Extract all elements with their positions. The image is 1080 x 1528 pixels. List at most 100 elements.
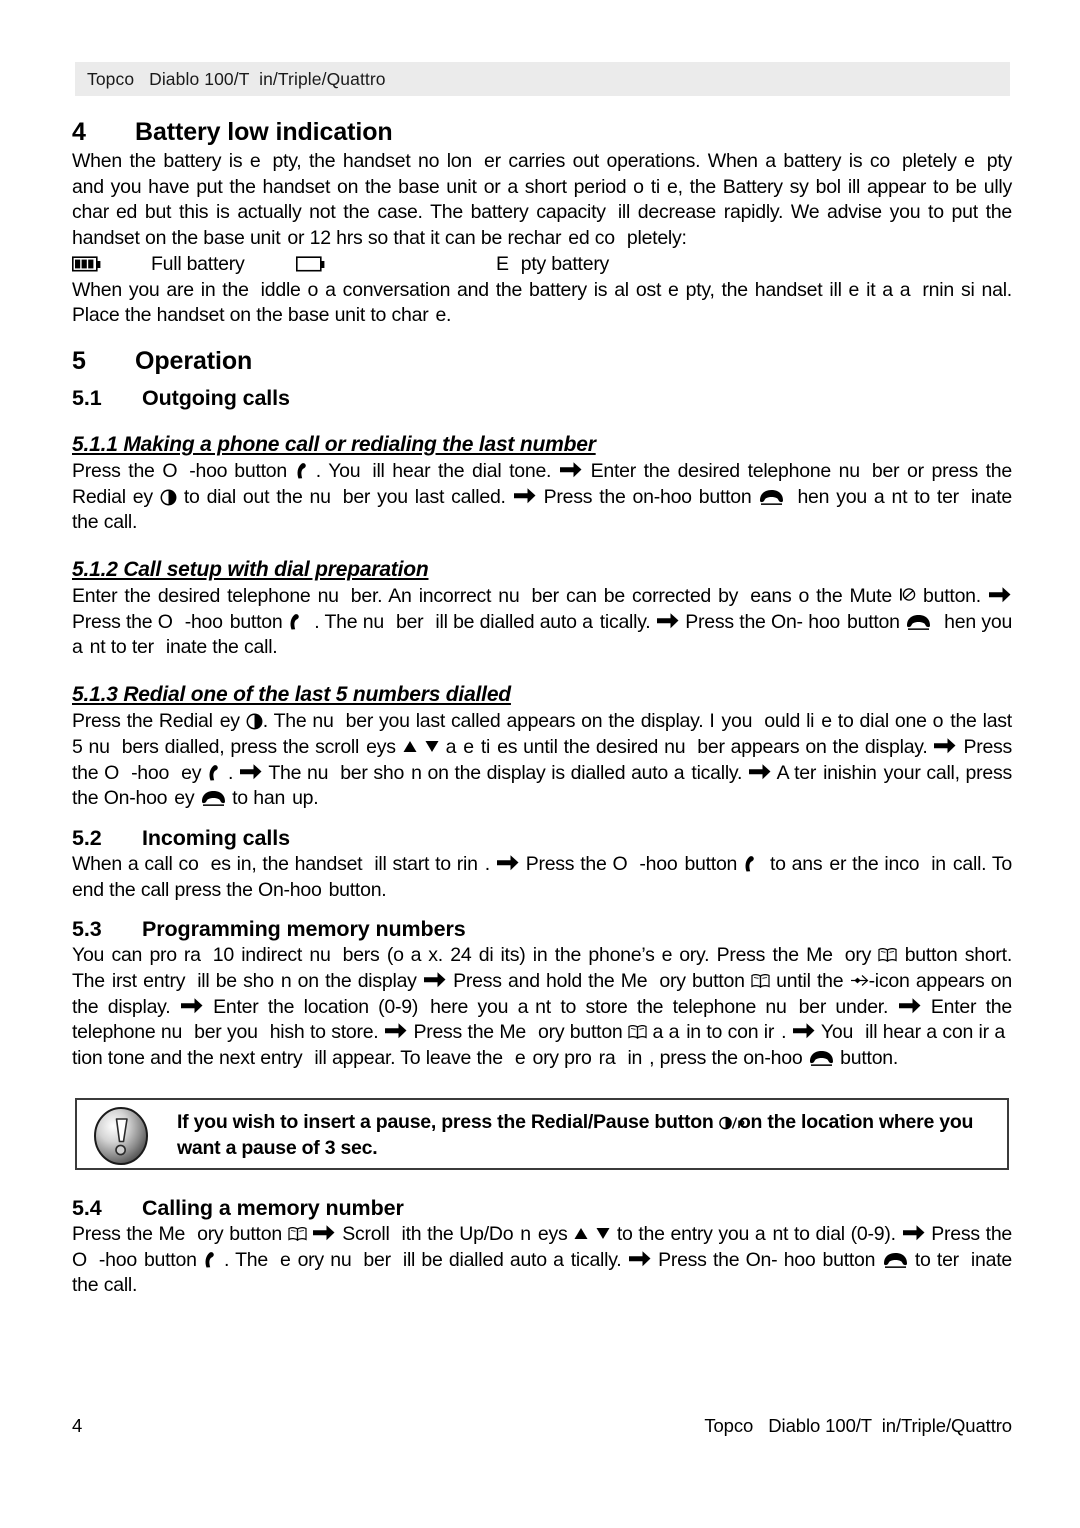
paragraph-53: You can pro ra 10 indirect nu bers (o a x. 24…: [72, 943, 1012, 1072]
text-run: . The nu: [314, 610, 384, 633]
text-run: es in, the handset: [210, 852, 363, 875]
text-run: tically.: [599, 610, 651, 633]
text-run: bers (o: [342, 944, 404, 967]
battery-empty-cell: [296, 252, 496, 278]
text-run: up.: [292, 787, 319, 810]
text-run: inishin: [823, 761, 877, 784]
text-run: ber can be corrected by: [531, 585, 739, 608]
text-run: When the battery is e: [72, 150, 261, 172]
text-run: e.: [435, 304, 452, 327]
right-arrow-icon: [988, 584, 1012, 605]
text-run: Press the On-: [658, 1248, 778, 1271]
exclamation-note-icon: [92, 1106, 150, 1166]
heading-4-battery-low-indication: 4 Battery low indication: [72, 118, 1012, 147]
text-run: ey: [174, 787, 195, 810]
text-run: tically.: [570, 1248, 622, 1271]
battery-empty-label-b: pty battery: [520, 252, 610, 275]
heading-51-outgoing-calls: 5.1 Outgoing calls: [72, 386, 1012, 411]
heading-513-title: 5.1.3 Redial one of the last 5 numbers d…: [72, 683, 511, 707]
text-run: e to dial one: [821, 710, 927, 733]
battery-empty-label-a: E: [496, 252, 509, 275]
text-run: You: [820, 1021, 854, 1044]
heading-513-wrapper: 5.1.3 Redial one of the last 5 numbers d…: [72, 672, 1012, 708]
text-run: When you are in the: [72, 278, 249, 301]
right-arrow-icon: [902, 1222, 926, 1243]
note-box: If you wish to insert a pause, press the…: [75, 1097, 1009, 1170]
text-run: rnin: [922, 278, 954, 301]
text-run: -hoo: [184, 610, 223, 633]
display-pointer-icon: [850, 969, 869, 987]
text-run: nt to dial (0-9).: [772, 1222, 896, 1245]
text-run: ill e: [829, 278, 860, 301]
text-run: ey: [219, 710, 240, 733]
heading-4-title: Battery low indication: [135, 118, 393, 146]
heading-54-calling-a-memory-number: 5.4 Calling a memory number: [72, 1196, 1012, 1221]
text-run: nt to ter: [89, 636, 155, 659]
text-run: Press the Me: [72, 1222, 186, 1245]
text-run: e, the Battery sy: [667, 175, 809, 198]
text-run: nt to ter: [891, 485, 959, 508]
text-run: ey: [181, 761, 202, 784]
text-run: ill hear a con ir a: [865, 1021, 1005, 1044]
text-run: ber: [395, 610, 424, 633]
memory-book-icon: [878, 945, 897, 963]
text-run: iddle o: [260, 278, 319, 301]
heading-5-title: Operation: [135, 346, 253, 375]
text-run: ory button: [659, 970, 745, 993]
text-run: on the display.: [805, 735, 928, 758]
text-run: .: [781, 1021, 787, 1044]
text-run: bers dialled, press the scroll: [121, 735, 360, 758]
text-run: pty, the handset no lon: [272, 150, 472, 172]
text-run: the Mute: [816, 585, 892, 608]
text-run: button.: [923, 585, 981, 608]
memory-book-icon: [288, 1224, 307, 1241]
right-arrow-icon: [180, 995, 204, 1016]
text-run: er the: [829, 852, 879, 875]
text-run: ber you: [194, 1021, 258, 1044]
off-hook-handset-icon: [207, 764, 228, 783]
paragraph-battery-low-2: When you are in the iddle o a conversation…: [72, 278, 1012, 329]
heading-4-number: 4: [72, 118, 86, 146]
page-header-band: Topco Diablo 100/T in/Triple/Quattro: [75, 62, 1010, 96]
text-run: ill start to rin: [374, 852, 478, 875]
text-run: ill be sho: [197, 970, 274, 993]
memory-book-icon: [751, 971, 770, 989]
text-run: bol: [815, 175, 842, 198]
text-run: button: [847, 610, 900, 633]
text-run: Press the O: [72, 459, 178, 482]
redial-pause-key-icon: P: [718, 1111, 745, 1131]
text-run: ill: [847, 175, 861, 198]
heading-53-number: 5.3: [72, 917, 102, 942]
text-run: Press: [413, 1021, 463, 1044]
on-hook-handset-icon: [200, 789, 227, 807]
text-run: its) in the phone’s: [500, 944, 655, 967]
text-run: When a call co: [72, 852, 199, 875]
note-text: If you wish to insert a pause, press the…: [177, 1109, 993, 1161]
right-arrow-icon: [628, 1248, 652, 1269]
right-arrow-icon: [898, 995, 922, 1016]
triangle-up-icon: [402, 736, 418, 752]
paragraph-513: Press the Redial ey . The nu ber you last …: [72, 709, 1012, 812]
text-run: inco: [884, 852, 920, 875]
text-run: e: [279, 1248, 291, 1271]
text-run: . The nu: [262, 710, 334, 733]
text-run: pletely: [901, 150, 957, 172]
text-run: ed co: [568, 227, 615, 250]
text-run: a: [410, 944, 422, 967]
text-run: If you wish to insert a pause, press the…: [177, 1110, 714, 1133]
text-run: You can pro: [72, 944, 177, 967]
heading-5-number: 5: [72, 346, 86, 375]
text-run: appear. To leave the: [331, 1047, 503, 1070]
text-run: ory: [844, 944, 872, 967]
off-hook-handset-icon: [288, 613, 309, 632]
heading-54-title: Calling a memory number: [142, 1195, 404, 1220]
off-hook-handset-icon: [743, 855, 764, 874]
text-run: ber sho: [340, 761, 405, 784]
triangle-down-icon: [424, 736, 440, 752]
text-run: ory nu: [297, 1248, 352, 1271]
battery-full-cell: [72, 252, 151, 278]
heading-54-number: 5.4: [72, 1195, 102, 1220]
text-run: Press the O: [525, 852, 628, 875]
text-run: ti: [650, 175, 661, 198]
heading-5-operation: 5 Operation: [72, 347, 1012, 376]
